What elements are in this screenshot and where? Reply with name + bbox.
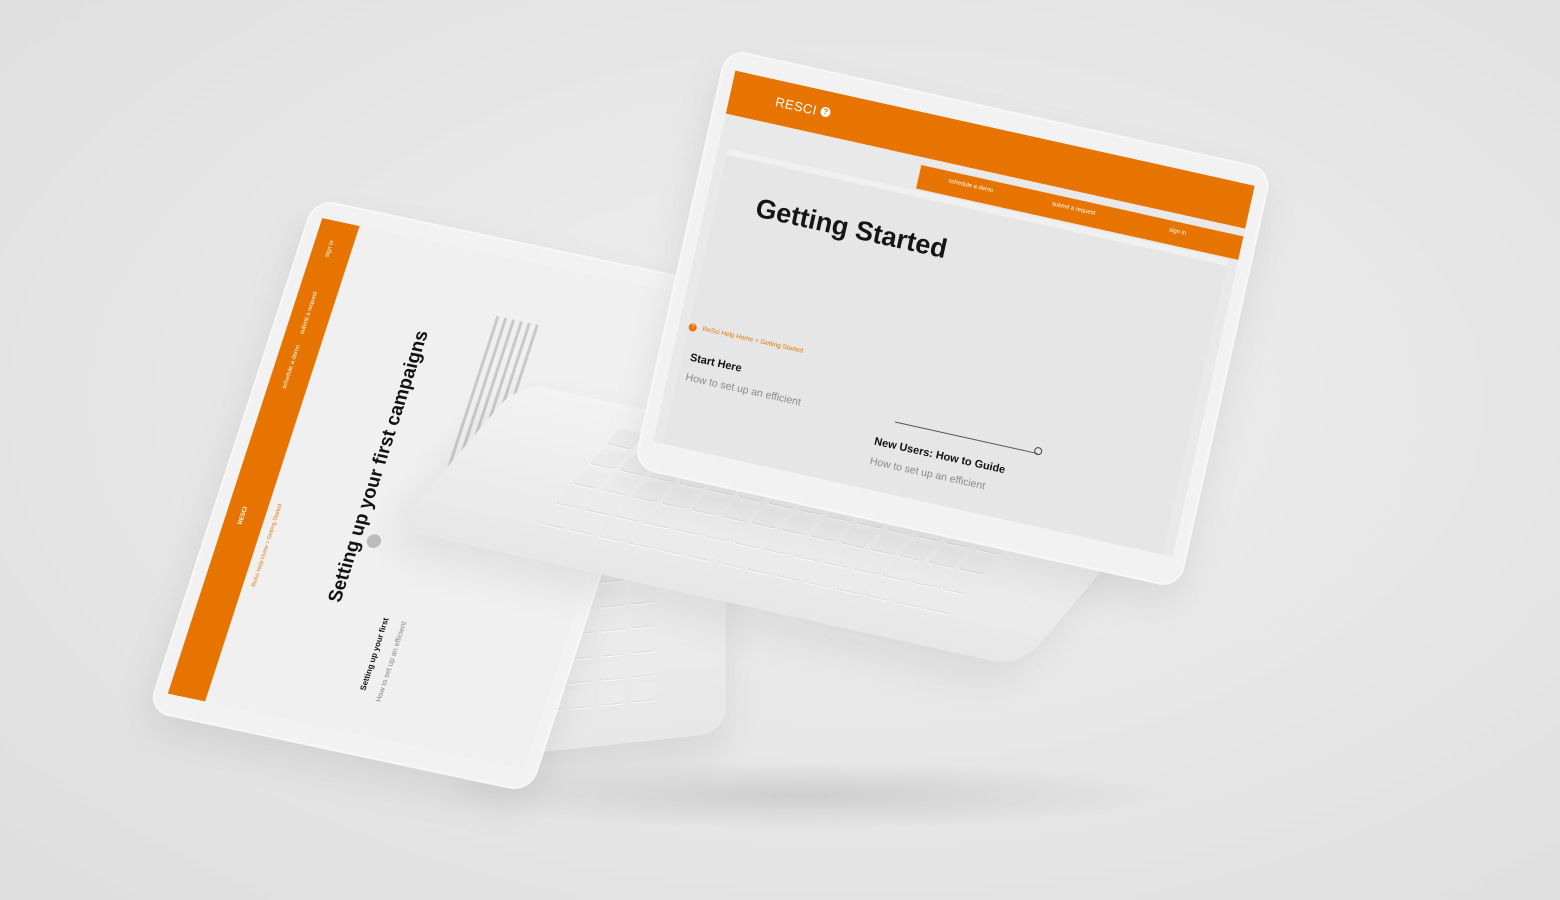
key — [599, 586, 625, 608]
key — [568, 663, 594, 685]
key — [630, 656, 656, 679]
key — [630, 681, 656, 703]
help-icon[interactable]: ? — [819, 106, 832, 119]
key — [940, 573, 979, 595]
key — [630, 632, 656, 654]
logo[interactable]: RESCI — [774, 94, 818, 118]
nav-schedule-demo[interactable]: schedule a demo — [948, 178, 994, 194]
key — [599, 684, 625, 706]
key — [599, 635, 625, 657]
left-header-bar — [167, 218, 360, 702]
nav-submit-request[interactable]: submit a request — [1051, 201, 1096, 216]
key — [630, 607, 656, 629]
left-page-title: Setting up your first campaigns — [324, 328, 434, 605]
key — [568, 687, 594, 710]
key — [957, 553, 996, 575]
nav-sign-in[interactable]: sign in — [1168, 227, 1186, 237]
key — [923, 593, 962, 615]
key — [630, 583, 656, 605]
key — [599, 660, 625, 682]
key — [599, 610, 625, 633]
right-laptop-screen: RESCI ? schedule a demo submit a request… — [653, 70, 1255, 557]
